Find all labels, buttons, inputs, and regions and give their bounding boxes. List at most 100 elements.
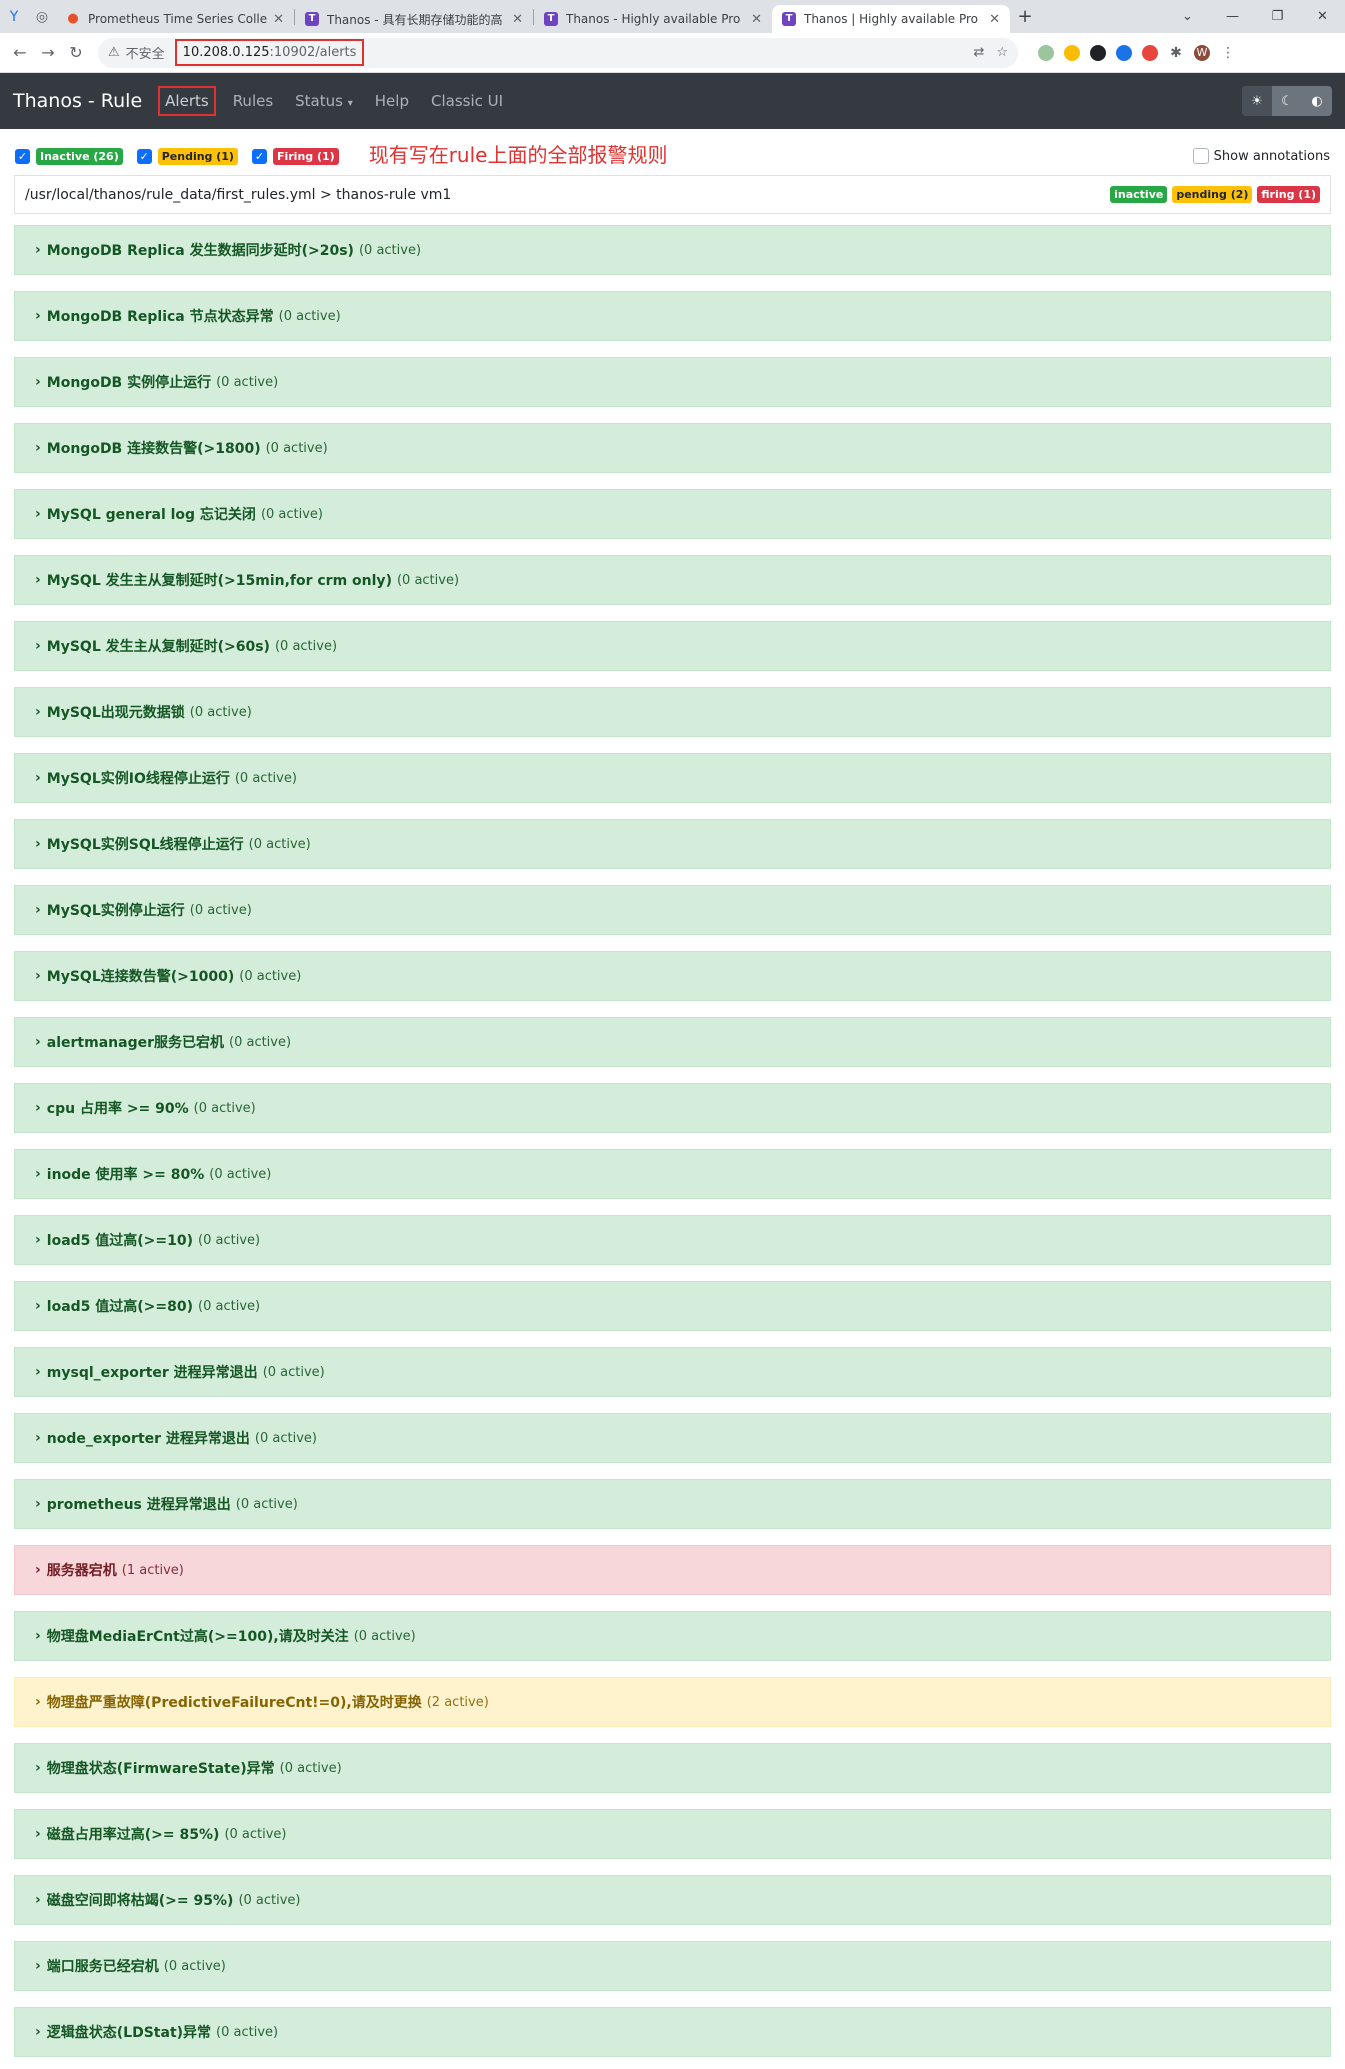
alert-rule-row[interactable]: › MySQL general log 忘记关闭 (0 active): [14, 489, 1331, 539]
alert-rule-active-count: (0 active): [279, 1760, 342, 1776]
puzzle-icon[interactable]: ✱: [1168, 45, 1184, 61]
chevron-right-icon: ›: [35, 1034, 41, 1050]
alert-rule-row[interactable]: › 磁盘空间即将枯竭(>= 95%) (0 active): [14, 1875, 1331, 1925]
browser-tab[interactable]: ● Prometheus Time Series Colle ✕: [56, 5, 294, 33]
alert-rule-row[interactable]: › mysql_exporter 进程异常退出 (0 active): [14, 1347, 1331, 1397]
extension-icon[interactable]: [1116, 44, 1132, 61]
brand[interactable]: Thanos - Rule: [13, 90, 142, 112]
alert-rule-name: MySQL实例SQL线程停止运行: [46, 837, 244, 853]
dark-theme-icon[interactable]: ☾: [1272, 86, 1302, 116]
alert-rule-row[interactable]: › MySQL实例停止运行 (0 active): [14, 885, 1331, 935]
checkbox-checked-icon[interactable]: ✓: [136, 148, 152, 164]
url-input[interactable]: ⚠ 不安全 10.208.0.125:10902/alerts ⇄ ☆: [98, 37, 1018, 68]
alert-rule-row[interactable]: › MySQL实例IO线程停止运行 (0 active): [14, 753, 1331, 803]
bookmark-star-icon[interactable]: ☆: [996, 45, 1008, 60]
warning-icon[interactable]: ⚠: [108, 45, 120, 60]
extension-icon[interactable]: [1142, 44, 1158, 61]
chevron-right-icon: ›: [35, 1694, 41, 1710]
alert-rule-active-count: (0 active): [216, 2024, 279, 2040]
close-tab-icon[interactable]: ✕: [751, 12, 762, 27]
alert-rule-row[interactable]: › 逻辑盘状态(LDStat)异常 (0 active): [14, 2007, 1331, 2057]
alert-rule-name: load5 值过高(>=10): [46, 1233, 194, 1249]
alert-rule-row[interactable]: › MongoDB Replica 节点状态异常 (0 active): [14, 291, 1331, 341]
alert-rule-name: 逻辑盘状态(LDStat)异常: [46, 2025, 212, 2041]
alert-rule-row[interactable]: › alertmanager服务已宕机 (0 active): [14, 1017, 1331, 1067]
alert-rule-name: load5 值过高(>=80): [46, 1299, 194, 1315]
browser-menu-icon[interactable]: Y: [0, 0, 28, 33]
firing-badge: Firing (1): [272, 147, 339, 165]
alert-rule-name: MongoDB Replica 节点状态异常: [46, 309, 274, 325]
filter-inactive[interactable]: ✓ Inactive (26): [15, 147, 123, 165]
group-pending-badge: pending (2): [1172, 186, 1253, 203]
alert-rule-active-count: (0 active): [358, 242, 422, 258]
extension-icon[interactable]: [1038, 44, 1054, 61]
nav-alerts[interactable]: Alerts: [158, 86, 216, 116]
alert-rule-row[interactable]: › 磁盘占用率过高(>= 85%) (0 active): [14, 1809, 1331, 1859]
alert-rule-row[interactable]: › MySQL连接数告警(>1000) (0 active): [14, 951, 1331, 1001]
auto-theme-icon[interactable]: ◐: [1302, 86, 1332, 116]
nav-rules[interactable]: Rules: [228, 88, 278, 114]
reload-icon[interactable]: ↻: [62, 43, 90, 62]
translate-icon[interactable]: ⇄: [973, 45, 984, 60]
alert-rule-row[interactable]: › MongoDB 实例停止运行 (0 active): [14, 357, 1331, 407]
close-tab-icon[interactable]: ✕: [273, 12, 284, 27]
profile-avatar[interactable]: W: [1194, 44, 1210, 61]
checkbox-checked-icon[interactable]: ✓: [15, 148, 30, 164]
close-tab-icon[interactable]: ✕: [512, 12, 523, 27]
close-window-icon[interactable]: ✕: [1300, 9, 1345, 24]
browser-tab-active[interactable]: T Thanos | Highly available Pro ✕: [772, 5, 1010, 33]
show-annotations-label: Show annotations: [1213, 148, 1330, 164]
new-tab-icon[interactable]: +: [1010, 6, 1040, 27]
tab-search-icon[interactable]: ⌄: [1165, 9, 1210, 24]
globe-icon[interactable]: ◎: [28, 0, 56, 33]
browser-tab[interactable]: T Thanos - 具有长期存储功能的高 ✕: [295, 5, 533, 33]
alert-rule-row[interactable]: › 物理盘状态(FirmwareState)异常 (0 active): [14, 1743, 1331, 1793]
filter-pending[interactable]: ✓ Pending (1): [136, 147, 238, 165]
alert-rule-row[interactable]: › inode 使用率 >= 80% (0 active): [14, 1149, 1331, 1199]
alert-rule-row[interactable]: › 端口服务已经宕机 (0 active): [14, 1941, 1331, 1991]
light-theme-icon[interactable]: ☀: [1242, 86, 1272, 116]
extension-icon[interactable]: [1090, 44, 1106, 61]
back-icon[interactable]: ←: [6, 43, 34, 62]
alert-rule-row[interactable]: › MySQL实例SQL线程停止运行 (0 active): [14, 819, 1331, 869]
alert-rule-name: 物理盘严重故障(PredictiveFailureCnt!=0),请及时更换: [46, 1695, 422, 1711]
pending-badge: Pending (1): [157, 147, 238, 165]
alert-rule-row[interactable]: › MongoDB 连接数告警(>1800) (0 active): [14, 423, 1331, 473]
extension-icon[interactable]: [1064, 44, 1080, 61]
forward-icon[interactable]: →: [34, 43, 62, 62]
chevron-right-icon: ›: [35, 1562, 41, 1578]
alert-rule-row[interactable]: › MongoDB Replica 发生数据同步延时(>20s) (0 active…: [14, 225, 1331, 275]
alert-rule-row[interactable]: › 物理盘MediaErCnt过高(>=100),请及时关注 (0 active): [14, 1611, 1331, 1661]
url-path: :10902/alerts: [269, 45, 357, 60]
chevron-right-icon: ›: [35, 242, 41, 258]
checkbox-checked-icon[interactable]: ✓: [251, 148, 267, 164]
nav-status[interactable]: Status ▾: [290, 88, 358, 114]
chevron-right-icon: ›: [35, 1760, 41, 1776]
alert-rule-row[interactable]: › load5 值过高(>=80) (0 active): [14, 1281, 1331, 1331]
filter-firing[interactable]: ✓ Firing (1): [251, 147, 339, 165]
menu-icon[interactable]: ⋮: [1220, 45, 1236, 61]
chevron-right-icon: ›: [35, 1298, 41, 1314]
alert-rule-row[interactable]: › MySQL 发生主从复制延时(>60s) (0 active): [14, 621, 1331, 671]
alert-rule-row[interactable]: › 物理盘严重故障(PredictiveFailureCnt!=0),请及时更换(…: [14, 1677, 1331, 1727]
nav-help[interactable]: Help: [370, 88, 414, 114]
alert-rule-row[interactable]: › 服务器宕机 (1 active): [14, 1545, 1331, 1595]
alert-rule-row[interactable]: › node_exporter 进程异常退出 (0 active): [14, 1413, 1331, 1463]
alert-rule-row[interactable]: › MySQL 发生主从复制延时(>15min,for crm only) (0 a…: [14, 555, 1331, 605]
browser-tab[interactable]: T Thanos - Highly available Pro ✕: [534, 5, 772, 33]
restore-icon[interactable]: ❐: [1255, 9, 1300, 24]
checkbox-unchecked-icon[interactable]: [1192, 148, 1209, 164]
alert-rule-active-count: (0 active): [163, 1958, 226, 1974]
alert-rule-row[interactable]: › MySQL出现元数据锁 (0 active): [14, 687, 1331, 737]
chevron-right-icon: ›: [35, 902, 41, 918]
nav-classic-ui[interactable]: Classic UI: [426, 88, 508, 114]
close-tab-icon[interactable]: ✕: [989, 12, 1000, 27]
alert-rule-row[interactable]: › cpu 占用率 >= 90% (0 active): [14, 1083, 1331, 1133]
show-annotations-toggle[interactable]: Show annotations: [1192, 148, 1330, 164]
window-controls: ⌄ — ❐ ✕: [1165, 0, 1345, 33]
minimize-icon[interactable]: —: [1210, 9, 1255, 24]
alert-rule-name: MongoDB 连接数告警(>1800): [46, 441, 261, 457]
alert-rule-row[interactable]: › prometheus 进程异常退出 (0 active): [14, 1479, 1331, 1529]
chevron-right-icon: ›: [35, 374, 41, 390]
alert-rule-row[interactable]: › load5 值过高(>=10) (0 active): [14, 1215, 1331, 1265]
